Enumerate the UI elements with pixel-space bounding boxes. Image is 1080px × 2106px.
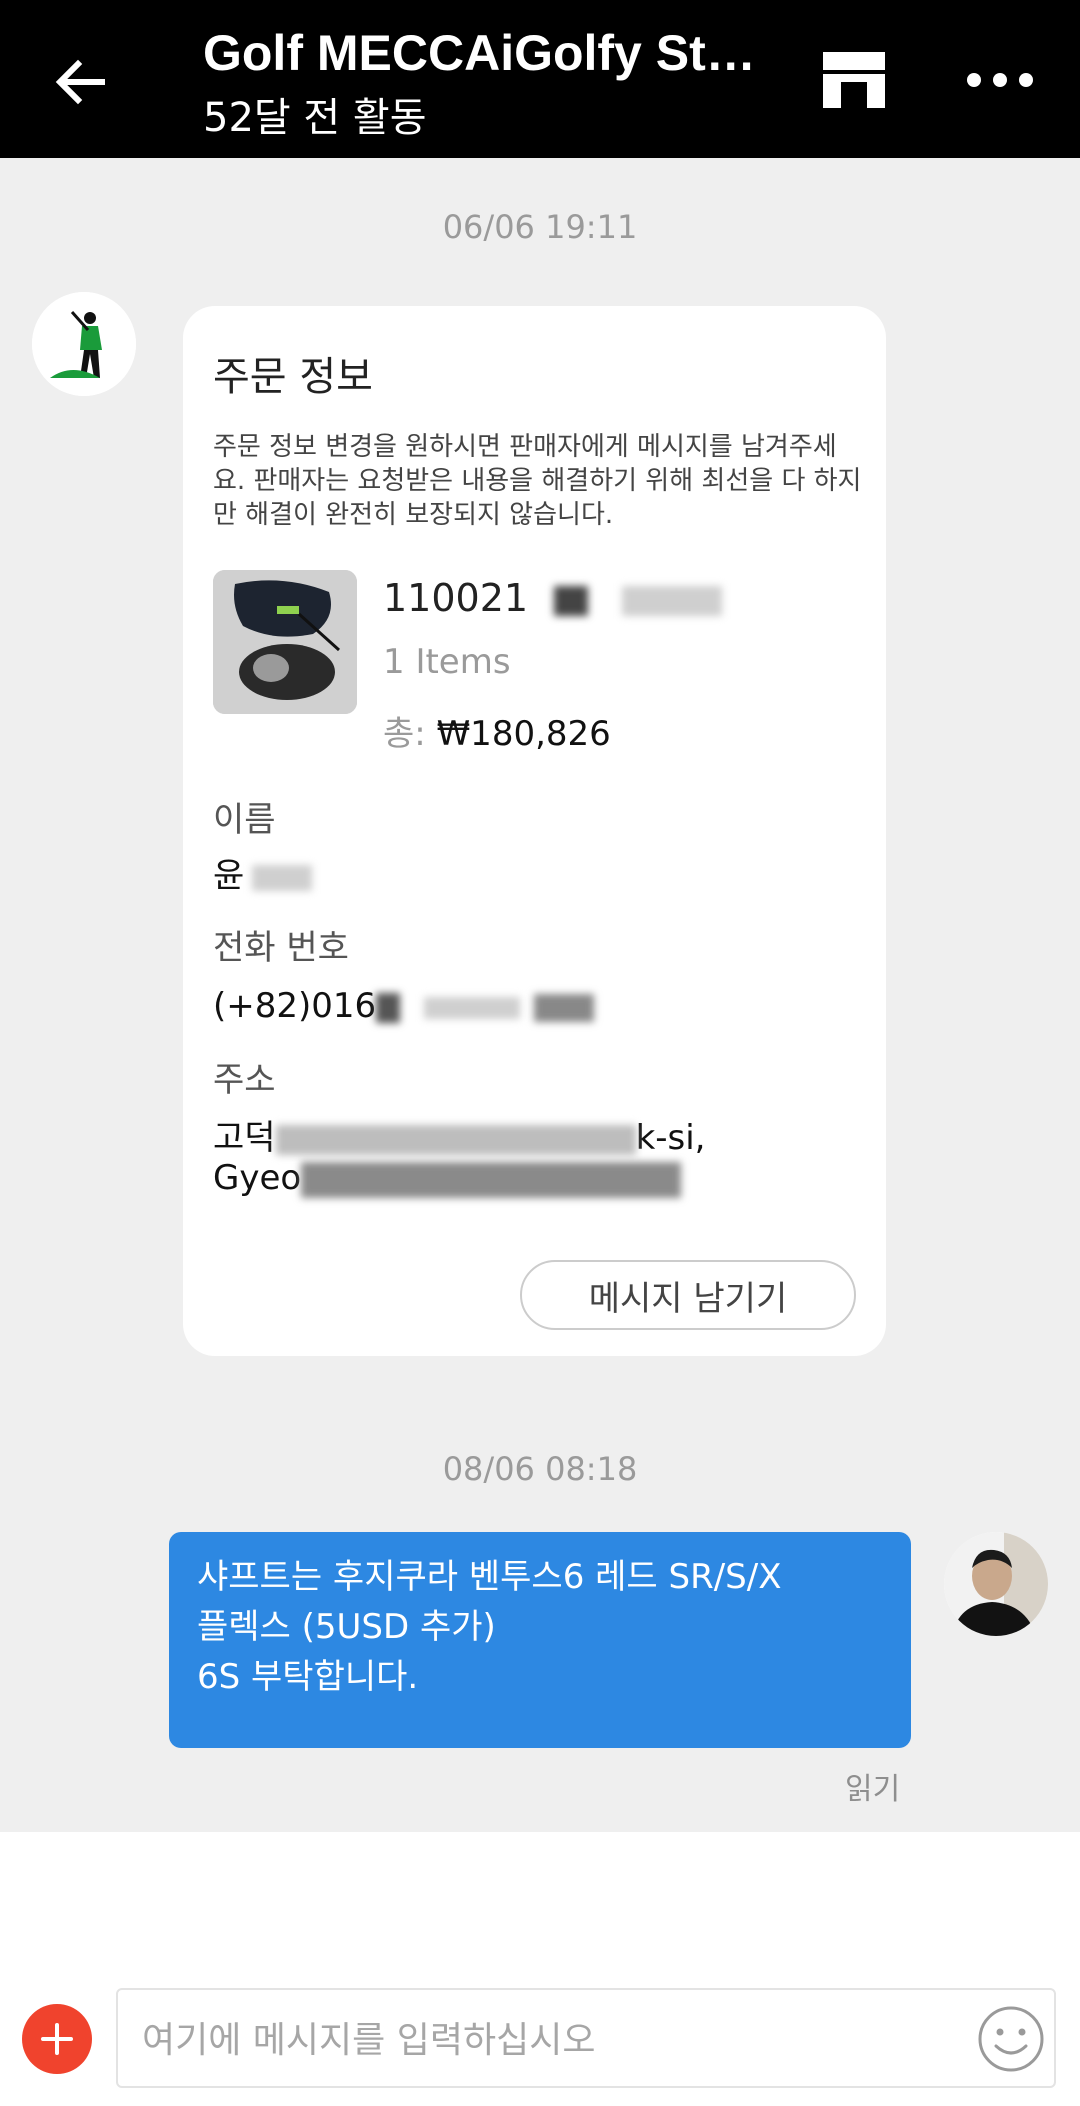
seller-avatar[interactable] — [32, 292, 136, 396]
message-line: 샤프트는 후지쿠라 벤투스6 레드 SR/S/X — [197, 1557, 782, 1597]
store-icon — [823, 52, 885, 108]
more-button[interactable] — [960, 50, 1040, 110]
smiley-icon — [978, 2006, 1044, 2072]
golfer-logo-icon — [32, 292, 136, 396]
outgoing-message-bubble[interactable]: 샤프트는 후지쿠라 벤투스6 레드 SR/S/X 플렉스 (5USD 추가) 6… — [169, 1532, 911, 1748]
chat-header: Golf MECCAiGolfy Store 52달 전 활동 — [0, 0, 1080, 158]
redacted-block — [554, 585, 589, 616]
read-status: 읽기 — [845, 1772, 901, 1807]
chat-title[interactable]: Golf MECCAiGolfy Store — [203, 22, 763, 84]
order-total-label: 총: — [383, 714, 426, 754]
back-button[interactable] — [40, 42, 120, 122]
leave-message-button[interactable]: 메시지 남기기 — [520, 1260, 856, 1330]
emoji-button[interactable] — [972, 2000, 1050, 2078]
more-horizontal-icon — [967, 73, 1033, 87]
order-total: 총: ₩180,826 — [383, 706, 611, 755]
phone-label: 전화 번호 — [213, 928, 349, 968]
phone-value: (+82)016 — [213, 986, 853, 1026]
order-number[interactable]: 110021 — [383, 576, 723, 620]
product-thumbnail[interactable] — [213, 570, 357, 714]
activity-status: 52달 전 활동 — [203, 95, 427, 141]
arrow-left-icon — [55, 59, 105, 105]
golf-driver-image — [213, 570, 357, 714]
plus-icon — [41, 2023, 73, 2055]
redacted-block — [275, 1124, 636, 1155]
redacted-block — [301, 1161, 682, 1198]
user-avatar[interactable] — [944, 1532, 1048, 1636]
add-attachment-button[interactable] — [22, 2004, 92, 2074]
order-card-title: 주문 정보 — [213, 354, 373, 400]
address-value: 고덕 k-si, Gyeo — [213, 1118, 706, 1198]
redacted-block — [622, 585, 723, 616]
message-line: 플렉스 (5USD 추가) — [197, 1607, 496, 1647]
message-line: 6S 부탁합니다. — [197, 1657, 419, 1697]
order-card-note: 주문 정보 변경을 원하시면 판매자에게 메시지를 남겨주세요. 판매자는 요청… — [213, 432, 862, 530]
message-input-box[interactable] — [116, 1988, 1056, 2088]
order-info-card: 주문 정보 주문 정보 변경을 원하시면 판매자에게 메시지를 남겨주세요. 판… — [183, 306, 886, 1356]
message-input[interactable] — [142, 2010, 942, 2070]
redacted-block — [534, 993, 595, 1022]
redacted-block — [252, 864, 313, 891]
redacted-block — [424, 996, 521, 1019]
address-label: 주소 — [213, 1060, 276, 1100]
name-label: 이름 — [213, 800, 276, 840]
store-button[interactable] — [812, 40, 896, 120]
redacted-block — [376, 992, 401, 1023]
order-items-count: 1 Items — [383, 642, 511, 682]
name-value: 윤 — [213, 856, 853, 896]
message-timestamp: 08/06 08:18 — [442, 1450, 638, 1488]
user-photo-icon — [944, 1532, 1048, 1636]
order-total-value: ₩180,826 — [436, 714, 611, 754]
message-timestamp: 06/06 19:11 — [442, 208, 638, 246]
